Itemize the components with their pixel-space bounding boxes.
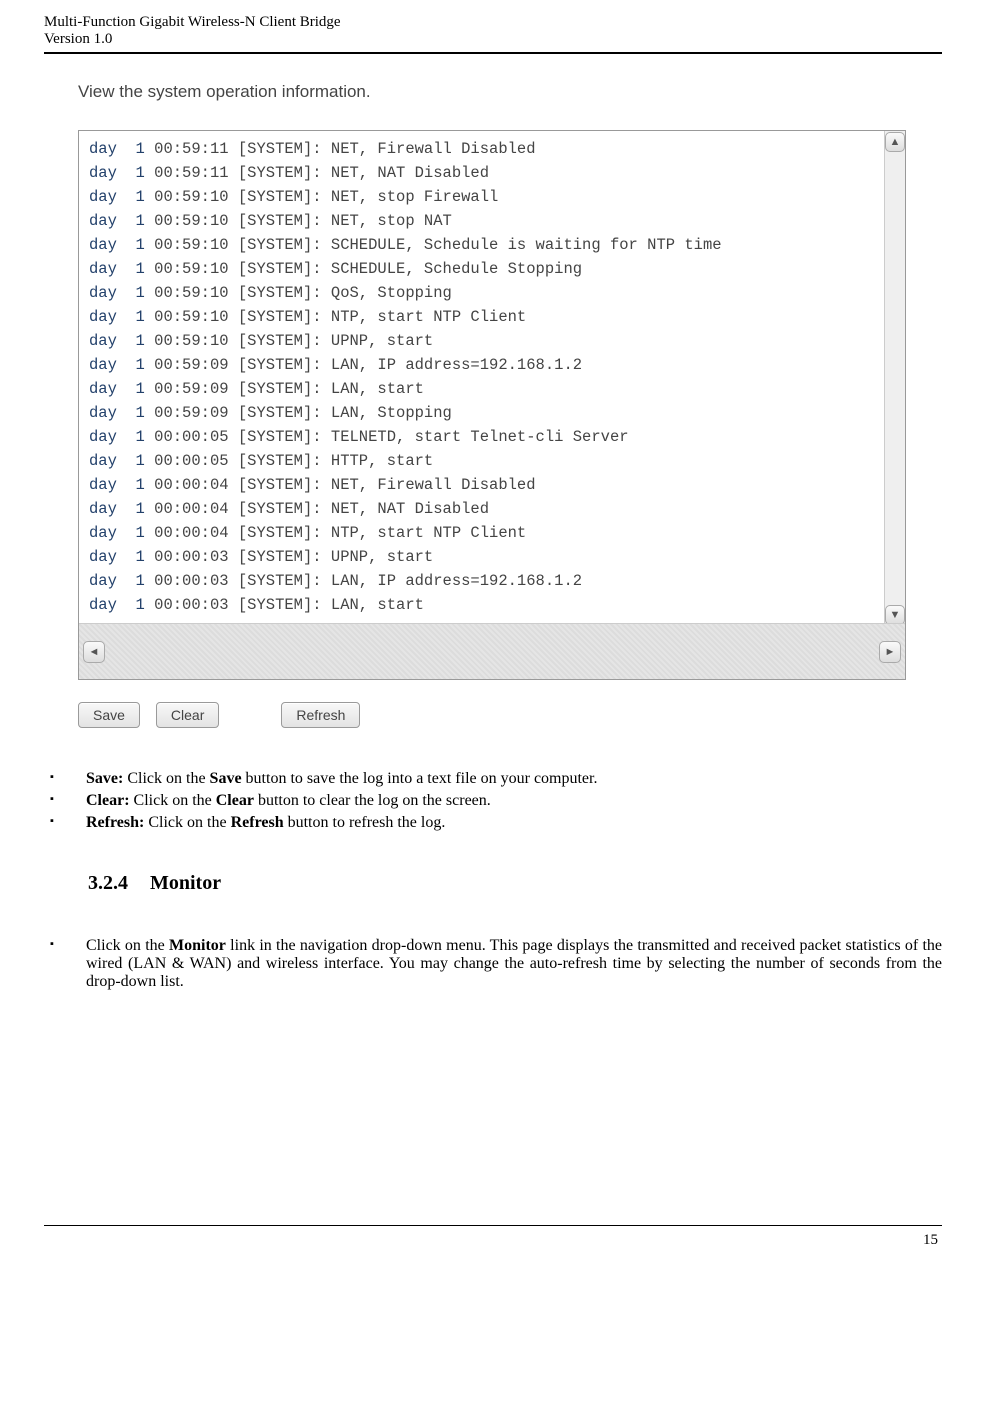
section-number: 3.2.4 xyxy=(88,872,128,895)
log-line: day 1 00:59:10 [SYSTEM]: QoS, Stopping xyxy=(89,281,895,305)
log-caption: View the system operation information. xyxy=(78,82,918,102)
log-line: day 1 00:59:09 [SYSTEM]: LAN, IP address… xyxy=(89,353,895,377)
log-line: day 1 00:00:05 [SYSTEM]: HTTP, start xyxy=(89,449,895,473)
monitor-bold: Monitor xyxy=(169,937,226,954)
refresh-button[interactable]: Refresh xyxy=(281,702,360,728)
bullet-monitor: Click on the Monitor link in the navigat… xyxy=(44,937,942,995)
bullet-clear-text2: button to clear the log on the screen. xyxy=(254,792,491,809)
log-line: day 1 00:00:03 [SYSTEM]: LAN, IP address… xyxy=(89,569,895,593)
bullet-clear-label: Clear: xyxy=(86,792,130,809)
log-line: day 1 00:59:10 [SYSTEM]: NTP, start NTP … xyxy=(89,305,895,329)
bullet-refresh-label: Refresh: xyxy=(86,814,144,831)
horizontal-scrollbar[interactable]: ◄ ► xyxy=(79,623,905,679)
save-button[interactable]: Save xyxy=(78,702,140,728)
bullet-clear: Clear: Click on the Clear button to clea… xyxy=(44,792,942,814)
log-line: day 1 00:59:10 [SYSTEM]: UPNP, start xyxy=(89,329,895,353)
log-line: day 1 00:00:04 [SYSTEM]: NTP, start NTP … xyxy=(89,521,895,545)
header-title: Multi-Function Gigabit Wireless-N Client… xyxy=(44,14,942,31)
log-line: day 1 00:59:10 [SYSTEM]: NET, stop Firew… xyxy=(89,185,895,209)
bullet-refresh-text2: button to refresh the log. xyxy=(284,814,446,831)
scroll-down-icon[interactable]: ▼ xyxy=(885,605,905,625)
section-title: Monitor xyxy=(150,872,221,894)
log-line: day 1 00:59:10 [SYSTEM]: SCHEDULE, Sched… xyxy=(89,233,895,257)
scroll-left-icon[interactable]: ◄ xyxy=(83,641,105,663)
bullet-save-bold2: Save xyxy=(210,770,242,787)
bullet-refresh: Refresh: Click on the Refresh button to … xyxy=(44,814,942,836)
log-line: day 1 00:00:03 [SYSTEM]: LAN, start xyxy=(89,593,895,617)
log-line: day 1 00:00:02 [SYSTEM]: BR, start xyxy=(89,617,895,619)
log-line: day 1 00:59:09 [SYSTEM]: LAN, start xyxy=(89,377,895,401)
log-line: day 1 00:00:04 [SYSTEM]: NET, NAT Disabl… xyxy=(89,497,895,521)
footer-divider xyxy=(44,1225,942,1226)
log-line: day 1 00:59:11 [SYSTEM]: NET, NAT Disabl… xyxy=(89,161,895,185)
vertical-scrollbar[interactable]: ▲ ▼ xyxy=(884,131,905,626)
bullet-save: Save: Click on the Save button to save t… xyxy=(44,770,942,792)
log-line: day 1 00:00:05 [SYSTEM]: TELNETD, start … xyxy=(89,425,895,449)
log-line: day 1 00:59:10 [SYSTEM]: SCHEDULE, Sched… xyxy=(89,257,895,281)
bullet-refresh-bold2: Refresh xyxy=(231,814,284,831)
section-heading: 3.2.4 Monitor xyxy=(88,872,942,895)
monitor-text-pre: Click on the xyxy=(86,937,169,954)
bullet-refresh-text1: Click on the xyxy=(144,814,230,831)
scroll-up-icon[interactable]: ▲ xyxy=(885,132,905,152)
log-textarea[interactable]: day 1 00:59:11 [SYSTEM]: NET, Firewall D… xyxy=(78,130,906,680)
clear-button[interactable]: Clear xyxy=(156,702,219,728)
bullet-save-label: Save: xyxy=(86,770,123,787)
bullet-clear-bold2: Clear xyxy=(216,792,254,809)
page-number: 15 xyxy=(44,1232,942,1249)
log-line: day 1 00:59:09 [SYSTEM]: LAN, Stopping xyxy=(89,401,895,425)
bullet-clear-text1: Click on the xyxy=(130,792,216,809)
log-line: day 1 00:59:11 [SYSTEM]: NET, Firewall D… xyxy=(89,137,895,161)
log-line: day 1 00:00:03 [SYSTEM]: UPNP, start xyxy=(89,545,895,569)
log-line: day 1 00:59:10 [SYSTEM]: NET, stop NAT xyxy=(89,209,895,233)
header-divider xyxy=(44,52,942,54)
scroll-right-icon[interactable]: ► xyxy=(879,641,901,663)
bullet-save-text1: Click on the xyxy=(123,770,209,787)
log-line: day 1 00:00:04 [SYSTEM]: NET, Firewall D… xyxy=(89,473,895,497)
bullet-save-text2: button to save the log into a text file … xyxy=(242,770,598,787)
header-version: Version 1.0 xyxy=(44,31,942,48)
